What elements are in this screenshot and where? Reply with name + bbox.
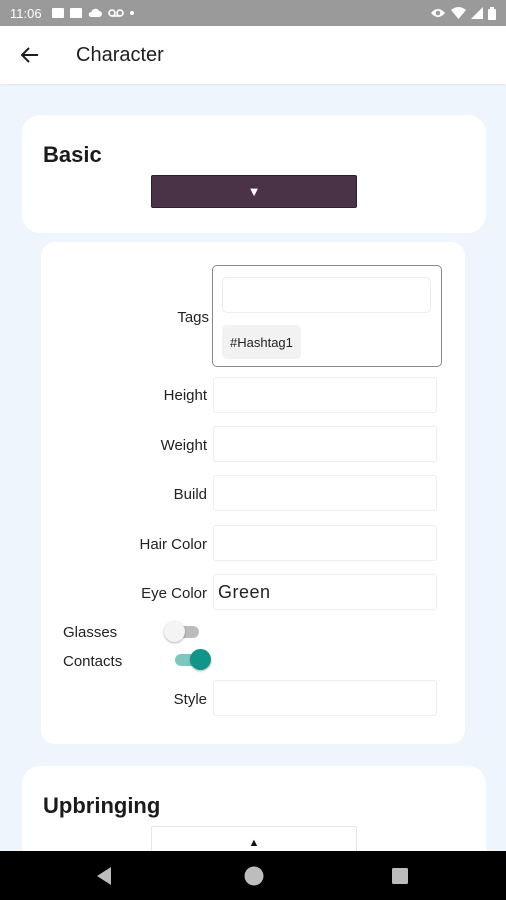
dropdown-arrow-up-icon: ▲: [248, 837, 260, 849]
signal-icon: [471, 7, 483, 19]
system-nav-bar: [0, 851, 506, 900]
eye-color-label: Eye Color: [141, 585, 207, 602]
tag-chip[interactable]: #Hashtag1: [222, 325, 301, 359]
nav-home-button[interactable]: [243, 865, 265, 892]
contacts-toggle-thumb: [190, 649, 211, 670]
eye-color-input[interactable]: Green: [213, 574, 437, 610]
glasses-toggle[interactable]: [164, 620, 204, 644]
wifi-icon: [451, 7, 466, 19]
contacts-toggle[interactable]: [172, 648, 212, 672]
height-input[interactable]: [213, 377, 437, 413]
build-label: Build: [173, 486, 207, 503]
build-input[interactable]: [213, 475, 437, 511]
back-button[interactable]: [0, 26, 60, 84]
arrow-left-icon: [21, 47, 38, 63]
nav-recents-button[interactable]: [392, 868, 408, 889]
battery-icon: [488, 6, 496, 20]
square-recents-icon: [392, 868, 408, 884]
dropdown-arrow-down-icon: ▼: [247, 184, 261, 199]
voicemail-icon: [107, 9, 124, 17]
image-notification-icon: [51, 8, 64, 18]
tags-field: #Hashtag1: [212, 265, 442, 367]
style-label: Style: [173, 691, 207, 708]
height-label: Height: [163, 387, 207, 404]
nav-back-button[interactable]: [95, 866, 113, 891]
app-bar: Character: [0, 26, 506, 84]
tags-input[interactable]: [222, 277, 431, 313]
tags-label: Tags: [177, 309, 209, 326]
status-time: 11:06: [10, 5, 42, 21]
basic-section-card: Basic ▼: [22, 115, 486, 233]
basic-fields-card: Tags #Hashtag1 Height Weight Build Hair …: [41, 242, 465, 744]
basic-section-title: Basic: [43, 142, 102, 167]
glasses-label: Glasses: [63, 624, 118, 641]
page-title: Character: [76, 43, 164, 66]
upbringing-section-title: Upbringing: [43, 793, 161, 818]
basic-section-dropdown[interactable]: ▼: [151, 175, 357, 208]
weight-input[interactable]: [213, 426, 437, 462]
hair-color-label: Hair Color: [139, 536, 207, 553]
glasses-toggle-thumb: [164, 621, 185, 642]
cloud-icon: [88, 8, 102, 17]
status-bar: 11:06: [0, 0, 506, 26]
circle-home-icon: [244, 866, 264, 886]
weight-label: Weight: [160, 437, 207, 454]
more-notifications-icon: [129, 11, 134, 15]
contacts-label: Contacts: [63, 653, 123, 670]
hair-color-input[interactable]: [213, 525, 437, 561]
style-input[interactable]: [213, 680, 437, 716]
triangle-back-icon: [97, 867, 111, 885]
eye-icon: [431, 9, 445, 17]
calendar-notification-icon: [69, 8, 82, 18]
